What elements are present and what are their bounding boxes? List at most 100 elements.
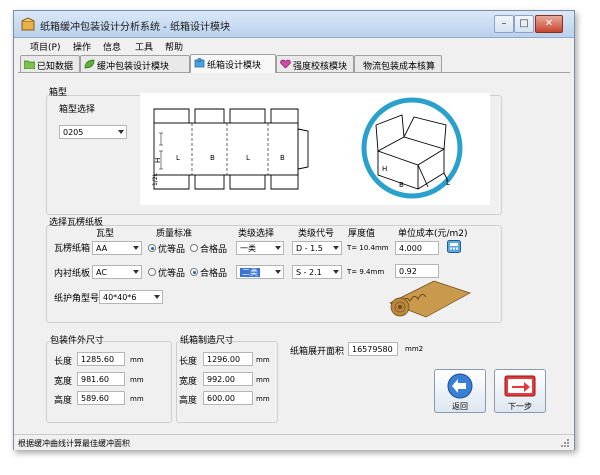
- tab-carton-design[interactable]: 纸箱设计模块: [190, 54, 276, 73]
- area-unit: mm2: [405, 345, 424, 353]
- liner-board-label: 内衬纸板: [54, 269, 91, 279]
- box-type-select-label: 箱型选择: [59, 105, 96, 115]
- cost-header: 单位成本(元/m2): [398, 229, 468, 239]
- chevron-down-icon: [118, 130, 124, 134]
- area-value-input[interactable]: 16579580: [348, 342, 398, 356]
- box-type-value: 0205: [63, 128, 84, 137]
- maximize-button[interactable]: □: [514, 15, 534, 33]
- outer-height-label: 高度: [54, 396, 73, 406]
- outer-width-unit: mm: [130, 376, 144, 384]
- liner-category-value: 二类: [240, 268, 260, 277]
- make-length-input[interactable]: 1296.00: [203, 352, 253, 366]
- menu-tools[interactable]: 工具: [135, 40, 153, 53]
- liner-quality-qualified-radio[interactable]: [190, 268, 198, 276]
- resize-grip-icon[interactable]: [560, 438, 570, 448]
- back-arrow-icon: [447, 373, 473, 399]
- heart-icon: [280, 59, 291, 69]
- tab-cushion-design[interactable]: 缓冲包装设计模块: [80, 55, 190, 72]
- make-height-label: 高度: [179, 396, 198, 406]
- outer-height-input[interactable]: 589.60: [77, 391, 125, 405]
- carton-quality-qualified-radio[interactable]: [190, 244, 198, 252]
- flat-l1-label: L: [176, 154, 180, 162]
- back-button-label: 返回: [452, 402, 468, 411]
- tab-label: 缓冲包装设计模块: [97, 62, 170, 72]
- tab-known-data[interactable]: 已知数据: [20, 55, 80, 72]
- status-bar: 根据缓冲曲线计算最佳缓冲面积: [14, 434, 574, 450]
- calculator-icon[interactable]: [447, 240, 461, 253]
- chevron-down-icon: [275, 270, 281, 274]
- carton-quality-premium-radio[interactable]: [148, 244, 156, 252]
- liner-thickness-value: T= 9.4mm: [347, 268, 385, 276]
- minimize-button[interactable]: –: [494, 15, 514, 33]
- menu-operate[interactable]: 操作: [73, 40, 91, 53]
- tab-bar: 已知数据 缓冲包装设计模块 纸箱设计模块 强度校核模块 物流包装成本核算: [18, 54, 570, 73]
- flat-b2-label: B: [280, 154, 285, 162]
- tab-label: 物流包装成本核算: [363, 62, 436, 72]
- tab-label: 纸箱设计模块: [207, 61, 262, 71]
- make-length-unit: mm: [256, 356, 270, 364]
- make-height-input[interactable]: 600.00: [203, 391, 253, 405]
- title-bar: 纸箱缓冲包装设计分析系统 - 纸箱设计模块 – □ ✕: [14, 11, 574, 38]
- liner-category-select[interactable]: 二类: [236, 265, 284, 279]
- outer-width-label: 宽度: [54, 377, 73, 387]
- flat-half-l-label: 1/2L: [152, 173, 159, 186]
- liner-quality-premium-radio[interactable]: [148, 268, 156, 276]
- make-width-input[interactable]: 992.00: [203, 372, 253, 386]
- make-length-label: 长度: [179, 357, 198, 367]
- liner-quality-qualified-label: 合格品: [200, 269, 228, 279]
- status-text: 根据缓冲曲线计算最佳缓冲面积: [18, 439, 130, 448]
- make-size-group-label: 纸箱制造尺寸: [180, 336, 235, 346]
- menu-info[interactable]: 信息: [103, 40, 121, 53]
- back-button[interactable]: 返回: [434, 369, 486, 413]
- outer-height-unit: mm: [130, 395, 144, 403]
- corner-protector-value: 40*40*6: [103, 293, 137, 302]
- tab-label: 已知数据: [37, 62, 74, 72]
- menu-bar: 项目(P) 操作 信息 工具 帮助: [14, 38, 574, 54]
- chevron-down-icon: [275, 246, 281, 250]
- liner-grade-select[interactable]: S - 2.1: [292, 265, 342, 279]
- box3d-l-label: L: [446, 179, 450, 187]
- chevron-down-icon: [133, 270, 139, 274]
- make-height-unit: mm: [256, 395, 270, 403]
- make-width-unit: mm: [256, 376, 270, 384]
- menu-project[interactable]: 项目(P): [30, 40, 60, 53]
- puzzle-icon: [194, 58, 205, 68]
- carton-diagram-panel: H 1/2L L B L B H B L: [140, 93, 490, 205]
- next-button-label: 下一步: [508, 402, 532, 411]
- chevron-down-icon: [333, 270, 339, 274]
- tab-label: 强度校核模块: [293, 62, 348, 72]
- main-window: 纸箱缓冲包装设计分析系统 - 纸箱设计模块 – □ ✕ 项目(P) 操作 信息 …: [13, 10, 575, 450]
- box-type-group-label: 箱型: [49, 88, 68, 98]
- flat-carton-diagram: [153, 108, 309, 190]
- menu-help[interactable]: 帮助: [165, 40, 183, 53]
- next-step-icon: [504, 375, 536, 397]
- outer-width-input[interactable]: 981.60: [77, 372, 125, 386]
- carton-board-label: 瓦楞纸箱: [54, 244, 91, 254]
- carton-grade-value: D - 1.5: [296, 244, 323, 253]
- category-header: 类级选择: [238, 229, 275, 239]
- carton-grade-select[interactable]: D - 1.5: [292, 241, 342, 255]
- box3d-h-label: H: [382, 165, 388, 173]
- close-button[interactable]: ✕: [535, 15, 563, 33]
- liner-cost-input[interactable]: 0.92: [395, 264, 439, 278]
- area-label: 纸箱展开面积: [290, 347, 345, 357]
- carton-flute-select[interactable]: AA: [92, 241, 142, 255]
- box-3d-diagram: [361, 97, 463, 199]
- chevron-down-icon: [154, 295, 160, 299]
- thickness-header: 厚度值: [348, 229, 376, 239]
- leaf-icon: [84, 59, 95, 69]
- corrugated-board-image: [389, 280, 471, 318]
- flute-group-label: 选择瓦楞纸板: [49, 218, 104, 228]
- carton-cost-input[interactable]: 4.000: [395, 241, 439, 255]
- app-icon: [21, 17, 35, 31]
- carton-quality-premium-label: 优等品: [158, 245, 186, 255]
- outer-length-input[interactable]: 1285.60: [77, 352, 125, 366]
- box-type-select[interactable]: 0205: [59, 125, 127, 139]
- carton-category-select[interactable]: 一类: [236, 241, 284, 255]
- chevron-down-icon: [133, 246, 139, 250]
- tab-logistics-cost[interactable]: 物流包装成本核算: [354, 55, 442, 72]
- tab-strength-check[interactable]: 强度校核模块: [276, 55, 354, 72]
- next-button[interactable]: 下一步: [494, 369, 546, 413]
- liner-flute-select[interactable]: AC: [92, 265, 142, 279]
- corner-protector-select[interactable]: 40*40*6: [99, 290, 163, 304]
